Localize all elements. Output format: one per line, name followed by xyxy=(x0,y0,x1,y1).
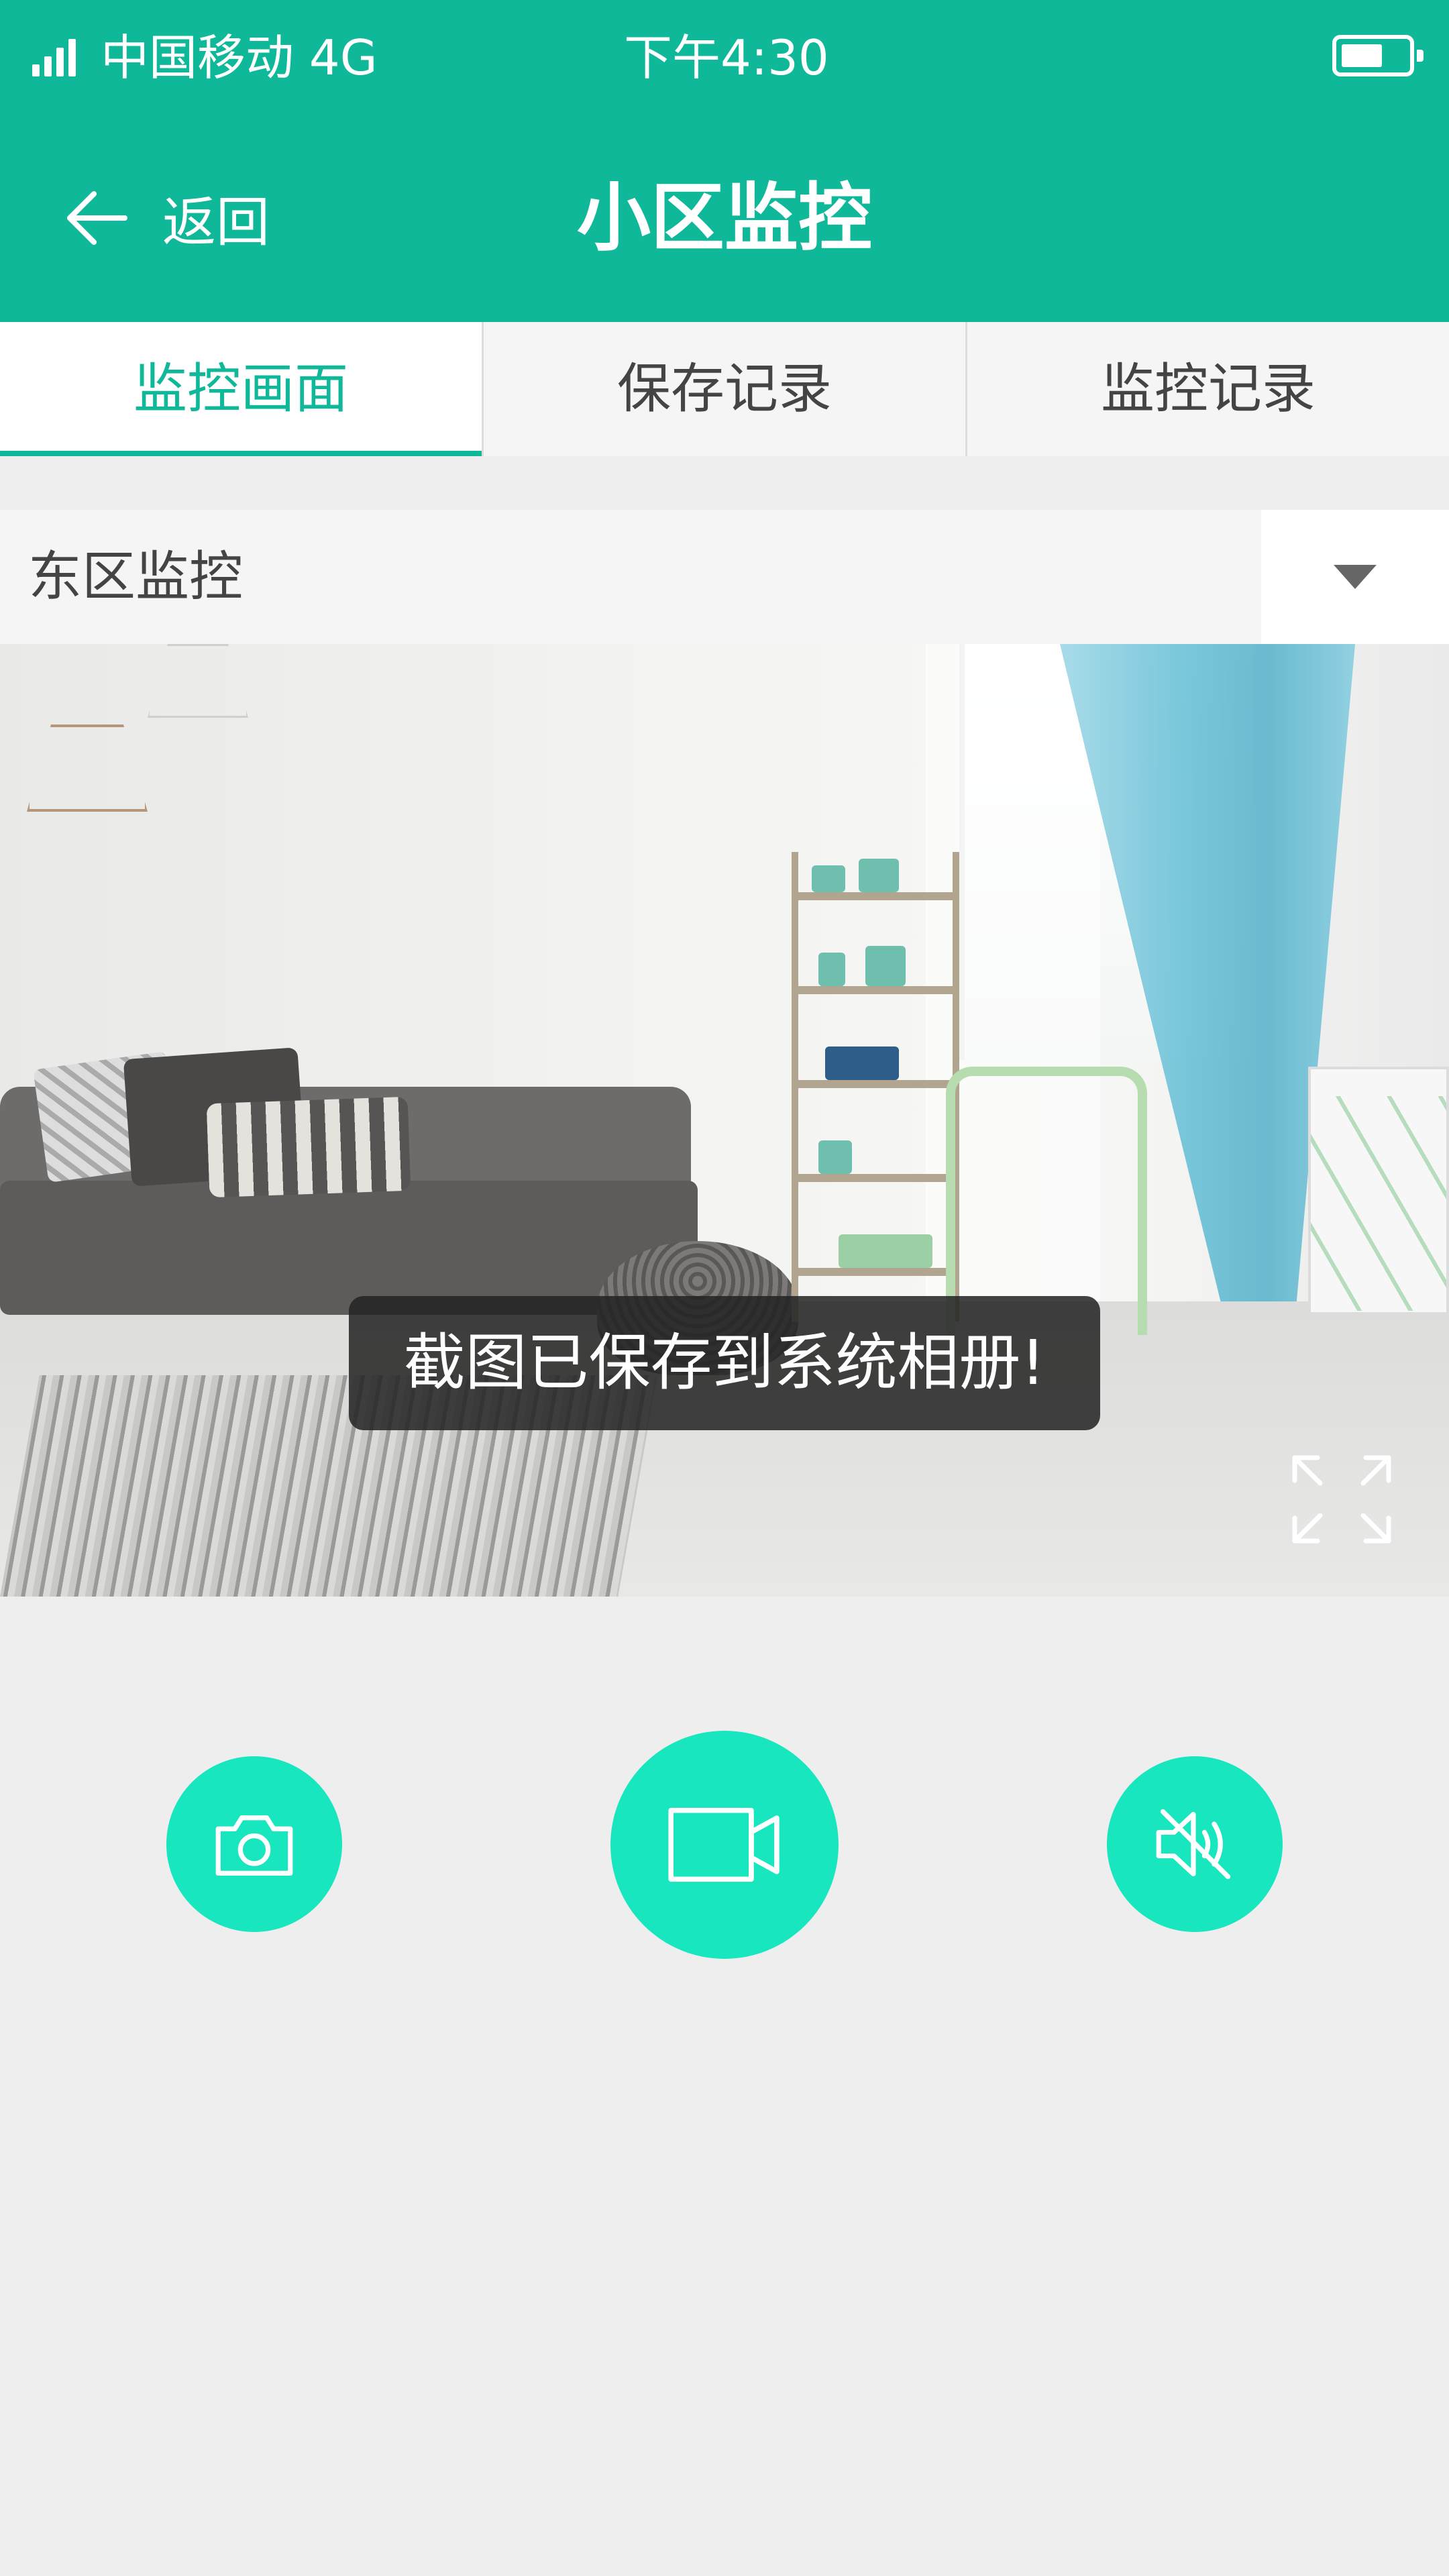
record-button[interactable] xyxy=(610,1731,839,1959)
video-feed[interactable] xyxy=(0,644,1449,1597)
tab-monitor-records[interactable]: 监控记录 xyxy=(967,322,1449,456)
signal-bars-icon xyxy=(32,39,78,76)
camera-icon xyxy=(215,1815,293,1876)
feed-sofa-seat xyxy=(0,1181,698,1315)
status-time: 下午4:30 xyxy=(624,30,829,86)
snapshot-button[interactable] xyxy=(166,1756,342,1932)
speaker-muted-icon xyxy=(1156,1809,1231,1880)
camera-select-value: 东区监控 xyxy=(28,545,243,608)
status-bar: 中国移动 4G 下午4:30 xyxy=(0,0,1449,114)
nav-bar: 返回 小区监控 xyxy=(0,114,1449,322)
tab-saved-records[interactable]: 保存记录 xyxy=(484,322,967,456)
fullscreen-button[interactable] xyxy=(1288,1452,1395,1546)
feed-shelf xyxy=(792,852,959,1322)
page-title: 小区监控 xyxy=(577,175,872,261)
tab-live-view[interactable]: 监控画面 xyxy=(0,322,484,456)
mute-button[interactable] xyxy=(1107,1756,1283,1932)
battery-icon xyxy=(1332,35,1424,76)
video-camera-icon xyxy=(668,1807,780,1882)
toast-message: 截图已保存到系统相册! xyxy=(349,1296,1100,1430)
app-header: 中国移动 4G 下午4:30 返回 小区监控 xyxy=(0,0,1449,322)
dropdown-toggle-button[interactable] xyxy=(1261,510,1449,644)
monitor-page: 中国移动 4G 下午4:30 返回 小区监控 监控画面 保存记录 监控记录 东区… xyxy=(0,0,1449,2576)
feed-dresser xyxy=(1308,1067,1449,1315)
feed-chair xyxy=(946,1067,1147,1335)
tab-bar: 监控画面 保存记录 监控记录 xyxy=(0,322,1449,456)
carrier-label: 中国移动 4G xyxy=(101,30,378,86)
fullscreen-icon xyxy=(1292,1455,1391,1544)
camera-select[interactable]: 东区监控 xyxy=(0,510,1449,644)
feed-pillow xyxy=(206,1096,411,1198)
